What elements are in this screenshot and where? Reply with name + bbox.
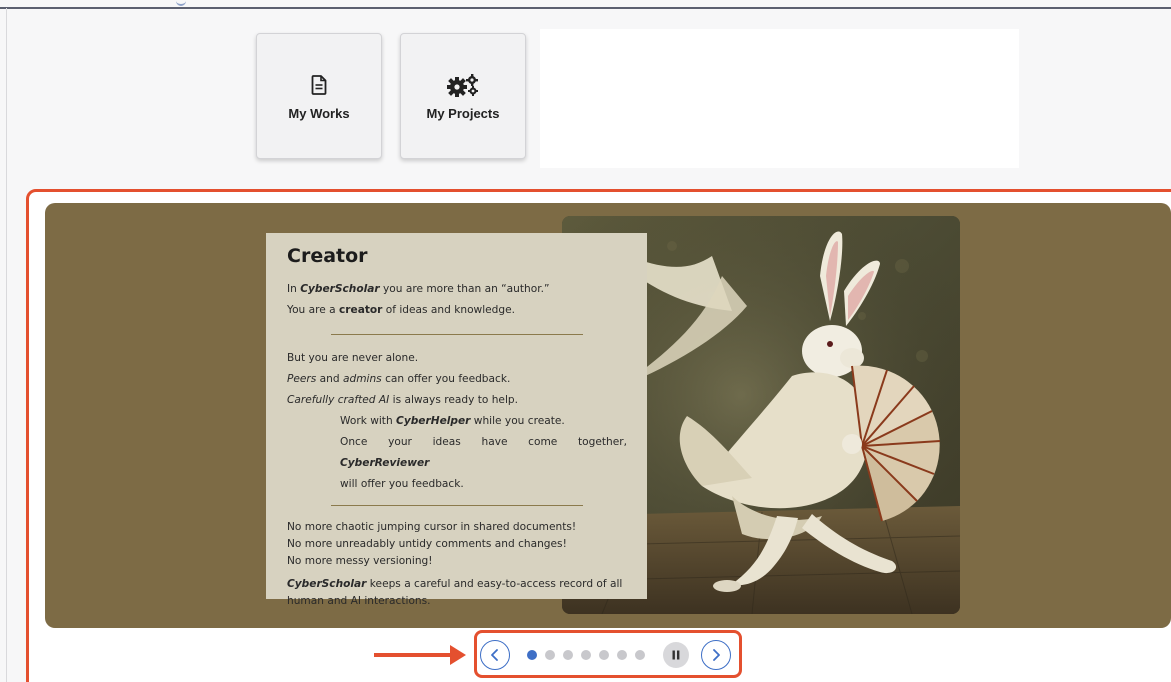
annotation-arrow-head	[450, 645, 466, 665]
slide-para3-line: No more messy versioning!	[287, 555, 433, 567]
annotation-arrow	[374, 653, 454, 657]
slide-para2-line1: But you are never alone.	[287, 352, 419, 364]
my-works-label: My Works	[288, 105, 350, 121]
carousel-prev-button[interactable]	[480, 640, 510, 670]
my-projects-tile[interactable]: My Projects	[400, 33, 526, 159]
document-icon	[311, 72, 327, 98]
divider-rule	[331, 334, 583, 335]
carousel-dot-4[interactable]	[581, 650, 591, 660]
slide-indent-line1: Work with CyberHelper while you create.	[340, 415, 565, 427]
slide-para3-line: No more chaotic jumping cursor in shared…	[287, 521, 577, 533]
carousel-dot-6[interactable]	[617, 650, 627, 660]
slide-title: Creator	[287, 245, 368, 267]
carousel-dot-3[interactable]	[563, 650, 573, 660]
slide-indent-line3: will offer you feedback.	[340, 478, 464, 490]
carousel-dot-7[interactable]	[635, 650, 645, 660]
slide-para4-line2: human and AI interactions.	[287, 595, 431, 607]
carousel-next-button[interactable]	[701, 640, 731, 670]
divider-rule	[331, 505, 583, 506]
slide-indented-block: Work with CyberHelper while you create. …	[287, 411, 627, 495]
my-works-tile[interactable]: My Works	[256, 33, 382, 159]
blank-panel	[540, 29, 1019, 168]
slide-para2-line3: Carefully crafted AI is always ready to …	[287, 394, 518, 406]
carousel-dot-1[interactable]	[527, 650, 537, 660]
top-divider	[0, 7, 1171, 9]
chevron-left-icon	[491, 649, 498, 661]
slide-para1-line2: You are a creator of ideas and knowledge…	[287, 304, 516, 316]
left-divider	[6, 8, 7, 682]
slide-indent-line2: Once your ideas have come together, Cybe…	[340, 436, 627, 469]
carousel-dot-2[interactable]	[545, 650, 555, 660]
slide-para1-line1: In CyberScholar you are more than an “au…	[287, 283, 550, 295]
my-projects-label: My Projects	[426, 105, 500, 121]
carousel-dot-5[interactable]	[599, 650, 609, 660]
slide-para2-line2: Peers and admins can offer you feedback.	[287, 373, 511, 385]
pause-icon	[672, 650, 680, 660]
slide-para3-line: No more unreadably untidy comments and c…	[287, 538, 567, 550]
slide-para4-line1: CyberScholar keeps a careful and easy-to…	[287, 578, 623, 590]
slide-text-card: Creator In CyberScholar you are more tha…	[266, 233, 647, 607]
chevron-right-icon	[713, 649, 720, 661]
slide-para3: No more chaotic jumping cursor in shared…	[287, 519, 627, 570]
gears-icon	[446, 72, 480, 98]
carousel-pause-button[interactable]	[663, 642, 689, 668]
slide-para4: CyberScholar keeps a careful and easy-to…	[287, 576, 627, 610]
